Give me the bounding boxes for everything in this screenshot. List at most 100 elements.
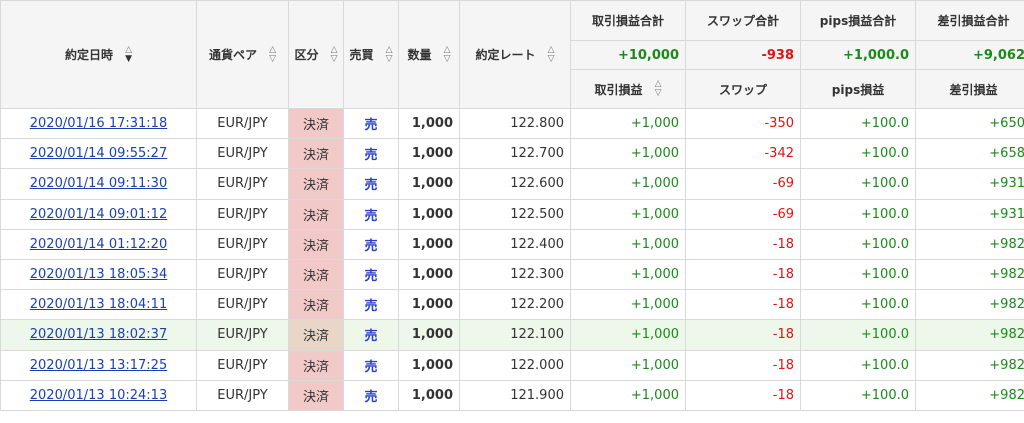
side-cell: 売 — [343, 319, 399, 351]
sort-icon[interactable]: △ ▼ — [125, 45, 132, 64]
swap-cell: -18 — [685, 258, 801, 291]
trade-date-link[interactable]: 2020/01/14 09:55:27 — [30, 146, 167, 161]
side-cell: 売 — [364, 148, 378, 164]
trade-date-link[interactable]: 2020/01/13 10:24:13 — [30, 388, 167, 403]
swap-cell: -18 — [772, 357, 794, 373]
pips-pl-cell: +100.0 — [800, 107, 916, 140]
currency-pair: EUR/JPY — [217, 206, 268, 222]
kubun-cell: 決済 — [288, 319, 344, 351]
net-pl-cell: +931 — [989, 206, 1024, 222]
col-header-kubun[interactable]: 区分 △ ▽ — [288, 0, 344, 109]
kubun-cell: 決済 — [302, 389, 329, 405]
currency-pair: EUR/JPY — [217, 176, 268, 192]
col-header-swap: スワップ — [685, 69, 801, 109]
swap-cell: -18 — [772, 267, 794, 283]
table-row[interactable]: 2020/01/14 09:11:30 EUR/JPY 決済 売 1,000 122.60… — [0, 168, 1024, 200]
kubun-cell: 決済 — [288, 289, 344, 321]
table-row[interactable]: 2020/01/13 13:17:25 EUR/JPY 決済 売 1,000 122.00… — [0, 349, 1024, 381]
trade-date-link[interactable]: 2020/01/13 13:17:25 — [30, 358, 167, 373]
pips-pl-cell: +100.0 — [860, 387, 909, 403]
rate-cell: 122.500 — [459, 198, 571, 230]
trade-pl-cell: +1,000 — [570, 379, 686, 411]
total-pips-label: pips損益合計 — [800, 0, 916, 41]
quantity-cell: 1,000 — [411, 146, 453, 162]
swap-cell: -350 — [685, 107, 801, 140]
kubun-cell: 決済 — [288, 198, 344, 230]
quantity-cell: 1,000 — [411, 236, 453, 252]
sort-icon[interactable]: △ ▽ — [331, 45, 338, 64]
side-cell: 売 — [364, 299, 378, 315]
table-row[interactable]: 2020/01/14 09:55:27 EUR/JPY 決済 売 1,000 122.70… — [0, 138, 1024, 170]
trade-date-link[interactable]: 2020/01/14 01:12:20 — [30, 237, 167, 252]
kubun-cell: 決済 — [288, 168, 344, 200]
quantity-cell: 1,000 — [398, 319, 460, 351]
rate-cell: 122.400 — [459, 228, 571, 260]
trade-date-link[interactable]: 2020/01/13 18:02:37 — [30, 327, 167, 342]
table-row[interactable]: 2020/01/14 01:12:20 EUR/JPY 決済 売 1,000 122.40… — [0, 228, 1024, 260]
rate-cell: 122.700 — [459, 138, 571, 170]
kubun-cell: 決済 — [288, 228, 344, 260]
table-row[interactable]: 2020/01/13 18:04:11 EUR/JPY 決済 売 1,000 122.20… — [0, 289, 1024, 321]
quantity-cell: 1,000 — [398, 138, 460, 170]
trade-pl-cell: +1,000 — [570, 228, 686, 260]
table-row[interactable]: 2020/01/13 18:02:37 EUR/JPY 決済 売 1,000 122.10… — [0, 319, 1024, 351]
currency-pair: EUR/JPY — [217, 116, 268, 132]
side-cell: 売 — [364, 118, 378, 134]
pips-pl-cell: +100.0 — [860, 297, 909, 313]
trade-date-cell: 2020/01/14 01:12:20 — [0, 228, 197, 260]
net-pl-cell: +982 — [989, 267, 1024, 283]
rate-cell: 122.800 — [459, 107, 571, 140]
trade-date-link[interactable]: 2020/01/16 17:31:18 — [30, 116, 167, 131]
total-net-value: +9,062 — [915, 40, 1024, 70]
col-header-pips-pl: pips損益 — [800, 69, 916, 109]
side-cell: 売 — [343, 349, 399, 381]
quantity-cell: 1,000 — [398, 198, 460, 230]
quantity-cell: 1,000 — [398, 379, 460, 411]
col-header-pair[interactable]: 通貨ペア △ ▽ — [196, 0, 289, 109]
sort-icon[interactable]: △ ▽ — [386, 45, 393, 64]
trade-date-link[interactable]: 2020/01/14 09:11:30 — [30, 176, 167, 191]
net-pl-cell: +982 — [989, 327, 1024, 343]
col-header-qty[interactable]: 数量 △ ▽ — [398, 0, 460, 109]
trade-date-link[interactable]: 2020/01/13 18:05:34 — [30, 267, 167, 282]
sort-icon[interactable]: △ ▽ — [269, 45, 276, 64]
net-pl-cell: +650 — [989, 116, 1024, 132]
sort-icon[interactable]: △ ▽ — [655, 80, 662, 98]
col-header-side[interactable]: 売買 △ ▽ — [343, 0, 399, 109]
trade-pl-cell: +1,000 — [630, 327, 679, 343]
swap-cell: -350 — [764, 116, 794, 132]
col-header-net-pl: 差引損益 — [915, 69, 1024, 109]
swap-cell: -18 — [685, 228, 801, 260]
trade-pl-cell: +1,000 — [630, 297, 679, 313]
side-cell: 売 — [343, 138, 399, 170]
quantity-cell: 1,000 — [411, 297, 453, 313]
side-cell: 売 — [343, 168, 399, 200]
col-header-date[interactable]: 約定日時 △ ▼ — [0, 0, 197, 109]
trade-pl-cell: +1,000 — [630, 357, 679, 373]
kubun-cell: 決済 — [302, 269, 329, 285]
currency-pair: EUR/JPY — [217, 357, 268, 373]
table-row[interactable]: 2020/01/13 18:05:34 EUR/JPY 決済 売 1,000 122.30… — [0, 258, 1024, 291]
col-header-rate[interactable]: 約定レート △ ▽ — [459, 0, 571, 109]
table-row[interactable]: 2020/01/14 09:01:12 EUR/JPY 決済 売 1,000 122.50… — [0, 198, 1024, 230]
kubun-cell: 決済 — [288, 258, 344, 291]
table-row[interactable]: 2020/01/13 10:24:13 EUR/JPY 決済 売 1,000 121.90… — [0, 379, 1024, 411]
pips-pl-cell: +100.0 — [860, 267, 909, 283]
pips-pl-cell: +100.0 — [800, 198, 916, 230]
trade-date-link[interactable]: 2020/01/13 18:04:11 — [30, 297, 167, 312]
quantity-cell: 1,000 — [398, 289, 460, 321]
trade-date-cell: 2020/01/14 09:11:30 — [0, 168, 197, 200]
quantity-cell: 1,000 — [398, 168, 460, 200]
rate-cell: 122.300 — [510, 267, 564, 283]
sort-icon[interactable]: △ ▽ — [548, 45, 555, 64]
quantity-cell: 1,000 — [411, 387, 453, 403]
quantity-cell: 1,000 — [411, 357, 453, 373]
rate-cell: 122.000 — [510, 357, 564, 373]
col-header-trade-pl[interactable]: 取引損益 △ ▽ — [570, 69, 686, 109]
trade-date-link[interactable]: 2020/01/14 09:01:12 — [30, 207, 167, 222]
currency-pair: EUR/JPY — [217, 267, 268, 283]
side-cell: 売 — [343, 198, 399, 230]
table-row[interactable]: 2020/01/16 17:31:18 EUR/JPY 決済 売 1,000 122.80… — [0, 107, 1024, 140]
sort-icon[interactable]: △ ▽ — [444, 45, 451, 64]
currency-pair: EUR/JPY — [196, 228, 289, 260]
